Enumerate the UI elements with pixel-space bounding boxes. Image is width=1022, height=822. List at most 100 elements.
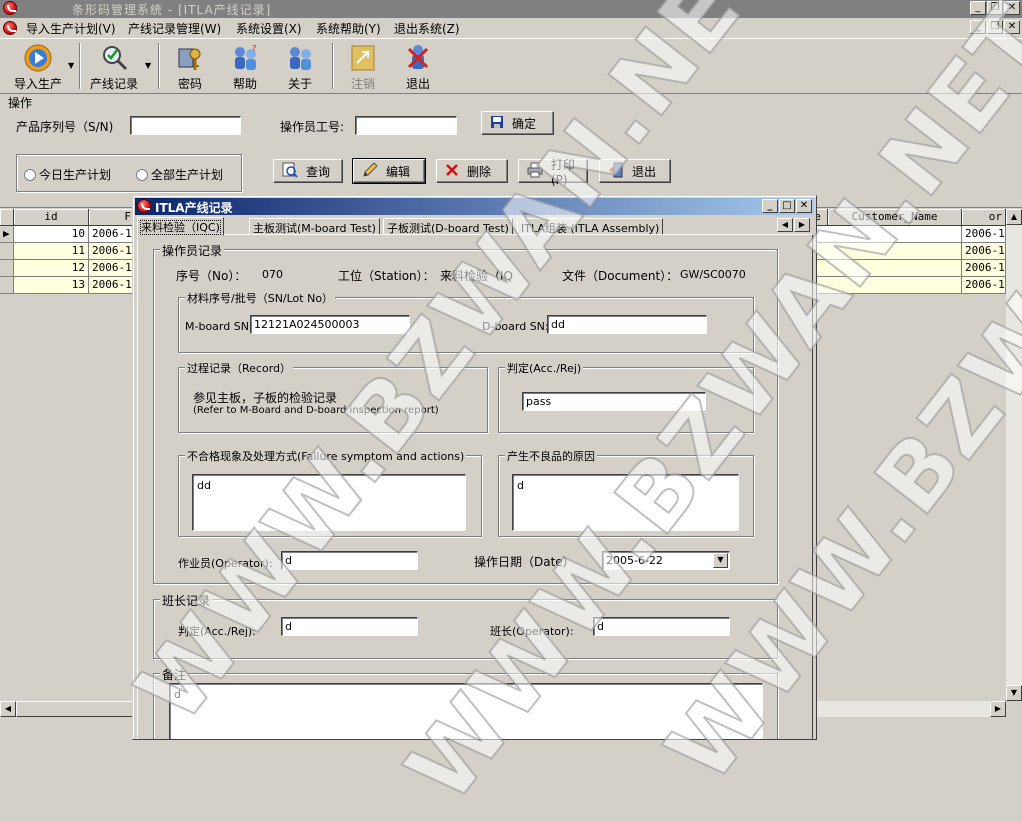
record-dropdown-icon[interactable]: ▼ bbox=[145, 61, 151, 70]
sn-input[interactable] bbox=[130, 116, 241, 135]
mdi-restore-button[interactable]: ❐ bbox=[987, 20, 1003, 34]
mdi-icon[interactable] bbox=[3, 21, 17, 35]
operations-title: 操作 bbox=[8, 96, 33, 110]
horizontal-scroll-thumb[interactable] bbox=[16, 701, 136, 717]
radio-all[interactable]: 全部生产计划 bbox=[136, 166, 223, 183]
failure-title: 不合格现象及处理方式(Failure symptom and actions) bbox=[185, 448, 467, 464]
worker-label: 作业员(Operator): bbox=[178, 557, 273, 570]
judge-input[interactable]: pass bbox=[522, 392, 706, 411]
table-cell[interactable]: 2006-1 bbox=[89, 277, 135, 294]
table-cell[interactable] bbox=[808, 243, 962, 260]
table-row[interactable]: 12 bbox=[14, 260, 89, 277]
mboard-sn-input[interactable]: 12121A024500003 bbox=[250, 315, 410, 334]
defect-cause-textarea[interactable]: d bbox=[512, 474, 739, 531]
table-cell[interactable]: 2006-1 bbox=[89, 243, 135, 260]
dialog-minimize-button[interactable]: _ bbox=[762, 199, 778, 213]
toolbar-separator bbox=[79, 43, 81, 89]
close-button[interactable]: ✕ bbox=[1004, 1, 1020, 15]
delete-button[interactable]: 删除 bbox=[436, 159, 508, 183]
operator-id-label: 操作员工号: bbox=[280, 120, 345, 134]
date-picker[interactable]: 2005-6-22 ▼ bbox=[602, 551, 730, 570]
table-cell[interactable] bbox=[808, 277, 962, 294]
dboard-sn-label: D-board SN: bbox=[482, 320, 549, 333]
leader-judge-input[interactable]: d bbox=[281, 617, 418, 636]
about-people-icon bbox=[285, 43, 315, 73]
table-row[interactable]: 11 bbox=[14, 243, 89, 260]
scroll-up-icon[interactable]: ▲ bbox=[1006, 209, 1022, 225]
menu-exit-system[interactable]: 退出系统(Z) bbox=[394, 20, 460, 37]
table-cell[interactable]: 2006-1 bbox=[89, 260, 135, 277]
remark-title: 备注 bbox=[160, 666, 189, 683]
dialog-maximize-button[interactable]: □ bbox=[779, 199, 795, 213]
import-dropdown-icon[interactable]: ▼ bbox=[68, 61, 74, 70]
menu-line-records[interactable]: 产线记录管理(W) bbox=[128, 20, 221, 37]
scroll-left-icon[interactable]: ◀ bbox=[0, 701, 16, 717]
query-button[interactable]: 查询 bbox=[273, 159, 343, 183]
logout-button[interactable]: 注销 bbox=[343, 43, 383, 92]
scroll-right-icon[interactable]: ▶ bbox=[990, 701, 1006, 717]
worker-input[interactable]: d bbox=[281, 551, 418, 570]
table-cell[interactable] bbox=[808, 226, 962, 243]
menu-system-help[interactable]: 系统帮助(Y) bbox=[316, 20, 381, 37]
exit-button[interactable]: 退出 bbox=[398, 43, 438, 92]
help-button[interactable]: ? 帮助 bbox=[225, 43, 265, 92]
edit-button[interactable]: 编辑 bbox=[352, 158, 426, 184]
dialog-title-bar: ITLA产线记录 _ □ ✕ bbox=[135, 198, 814, 215]
table-cell[interactable]: 2006-1 bbox=[962, 277, 1006, 294]
itla-record-dialog: ITLA产线记录 _ □ ✕ 来料检验（IQC) 主板测试(M-board Te… bbox=[132, 195, 817, 740]
line-record-button[interactable]: 产线记录 bbox=[86, 43, 142, 92]
printer-icon bbox=[527, 162, 543, 181]
table-cell[interactable]: 2006-1 bbox=[89, 226, 135, 243]
confirm-button[interactable]: 确定 bbox=[481, 111, 554, 135]
vertical-scrollbar[interactable] bbox=[1006, 209, 1022, 701]
grid-header-id[interactable]: id bbox=[14, 209, 89, 226]
defect-cause-title: 产生不良品的原因 bbox=[505, 448, 597, 464]
pencil-icon bbox=[362, 161, 378, 181]
mdi-minimize-button[interactable]: _ bbox=[970, 20, 986, 34]
tab-scroll-right-icon[interactable]: ▶ bbox=[794, 218, 810, 232]
exit-people-icon bbox=[403, 43, 433, 73]
exit-form-button[interactable]: 退出 bbox=[599, 159, 671, 183]
remark-textarea[interactable]: d bbox=[169, 683, 763, 739]
grid-header-customer-name[interactable]: Customer_Name bbox=[828, 209, 962, 226]
table-cell[interactable]: 2006-1 bbox=[962, 260, 1006, 277]
leader-record-title: 班长记录 bbox=[160, 592, 213, 609]
operator-id-input[interactable] bbox=[355, 116, 457, 135]
table-cell[interactable] bbox=[808, 260, 962, 277]
password-button[interactable]: 密码 bbox=[170, 43, 210, 92]
row-indicator[interactable] bbox=[0, 260, 14, 277]
about-button[interactable]: 关于 bbox=[280, 43, 320, 92]
grid-header-f[interactable]: F bbox=[89, 209, 135, 226]
leader-input[interactable]: d bbox=[593, 617, 730, 636]
failure-textarea[interactable]: dd bbox=[192, 474, 466, 531]
row-indicator[interactable] bbox=[0, 277, 14, 294]
import-production-button[interactable]: 导入生产 bbox=[10, 43, 66, 92]
radio-today[interactable]: 今日生产计划 bbox=[24, 166, 111, 183]
row-indicator-icon[interactable]: ▶ bbox=[0, 226, 14, 243]
tab-dboard-test[interactable]: 子板测试(D-board Test) bbox=[383, 218, 513, 235]
tab-scroll-left-icon[interactable]: ◀ bbox=[777, 218, 793, 232]
grid-header-or[interactable]: or bbox=[962, 209, 1006, 226]
radio-today-circle[interactable] bbox=[24, 169, 36, 181]
dboard-sn-input[interactable]: dd bbox=[547, 315, 707, 334]
scroll-down-icon[interactable]: ▼ bbox=[1006, 685, 1022, 701]
mdi-close-button[interactable]: ✕ bbox=[1004, 20, 1020, 34]
row-indicator[interactable] bbox=[0, 243, 14, 260]
menu-system-settings[interactable]: 系统设置(X) bbox=[236, 20, 302, 37]
tab-iqc[interactable]: 来料检验（IQC) bbox=[137, 217, 224, 236]
tab-mboard-test[interactable]: 主板测试(M-board Test) bbox=[249, 218, 380, 235]
table-cell[interactable]: 2006-1 bbox=[962, 226, 1006, 243]
restore-button[interactable]: ❐ bbox=[987, 1, 1003, 15]
menu-import-plan[interactable]: 导入生产计划(V) bbox=[26, 20, 116, 37]
dialog-close-button[interactable]: ✕ bbox=[796, 199, 812, 213]
table-row[interactable]: 10 bbox=[14, 226, 89, 243]
tab-itla-assembly[interactable]: ITLA组装 (ITLA Assembly) bbox=[517, 218, 664, 235]
minimize-button[interactable]: _ bbox=[970, 1, 986, 15]
table-row[interactable]: 13 bbox=[14, 277, 89, 294]
save-icon bbox=[490, 115, 504, 132]
leader-label: 班长(Operator): bbox=[490, 625, 574, 638]
radio-all-circle[interactable] bbox=[136, 169, 148, 181]
table-cell[interactable]: 2006-1 bbox=[962, 243, 1006, 260]
print-button[interactable]: 打印(P) bbox=[518, 158, 588, 187]
chevron-down-icon[interactable]: ▼ bbox=[713, 553, 728, 568]
